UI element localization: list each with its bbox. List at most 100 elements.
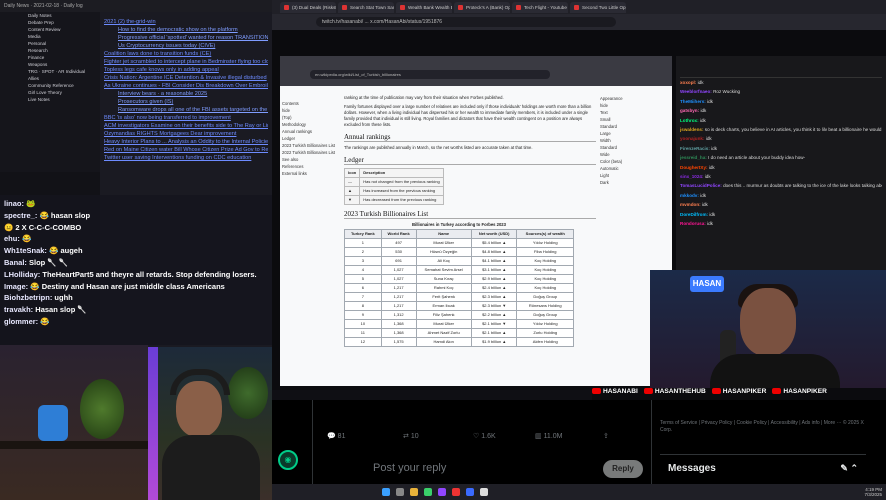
sidebar-item[interactable]: Live Notes (0, 96, 100, 103)
compose-icon[interactable]: ✎ ⌃ (840, 463, 858, 474)
appearance-option[interactable]: Large (600, 130, 664, 137)
appearance-option[interactable]: Dark (600, 179, 664, 186)
sidebar-item[interactable]: Personal (0, 40, 100, 47)
appearance-option[interactable]: Light (600, 172, 664, 179)
app-icon[interactable] (466, 488, 474, 496)
sidebar-item[interactable]: Content Review (0, 26, 100, 33)
table-cell[interactable]: Ahmet Nazif Zorlu (415, 328, 472, 338)
table-cell[interactable]: Koç Holding (516, 256, 574, 266)
table-cell[interactable]: Yıldız Holding (516, 238, 574, 248)
toc-item[interactable]: (Top) (282, 114, 340, 121)
toc-item[interactable]: 2022 Turkish Billionaires List (282, 149, 340, 156)
table-header[interactable]: Name (415, 229, 472, 239)
article-link[interactable]: Coalition laws done to transition funds … (104, 50, 268, 58)
appearance-option[interactable]: Color (beta) (600, 158, 664, 165)
appearance-option[interactable]: Small (600, 116, 664, 123)
article-link[interactable]: As Ukraine continues - FBI Consider Dis … (104, 82, 268, 90)
toc-item[interactable]: 2023 Turkish Billionaires List (282, 142, 340, 149)
article-link[interactable]: Red on Maine Citizen water Bill Whose Ci… (104, 146, 268, 154)
table-cell[interactable]: Murat Ülker (415, 319, 472, 329)
toc-item[interactable]: External links (282, 170, 340, 177)
table-cell[interactable]: Erman Ilıcak (415, 301, 472, 311)
table-cell[interactable]: Rönesans Holding (516, 301, 574, 311)
sidebar-item[interactable]: Research (0, 47, 100, 54)
sidebar-item[interactable]: Daily Notes (0, 12, 100, 19)
table-cell[interactable]: Doğuş Group (516, 292, 574, 302)
app-icon[interactable] (480, 488, 488, 496)
x-footer-links[interactable]: Terms of Service | Privacy Policy | Cook… (660, 420, 870, 434)
article-link[interactable]: Fighter jet scrambled to intercept plane… (104, 58, 268, 66)
like-count[interactable]: ♡ 1.6K (473, 432, 496, 440)
retweet-count[interactable]: ⇄ 10 (403, 432, 419, 440)
sidebar-item[interactable]: Girl Love Theory (0, 89, 100, 96)
article-link[interactable]: Prosecutors given (IS) (104, 98, 268, 106)
table-cell[interactable]: Koç Holding (516, 274, 574, 284)
browser-tab[interactable]: Wealth Bank Wealth Bank... (396, 2, 452, 13)
table-cell[interactable]: Ferit Şahenk (415, 292, 472, 302)
browser-tab[interactable]: Tech Flight - Youtube (512, 2, 568, 13)
url-field[interactable]: twitch.tv/hasanabi/ ... x.com/HasanAbi/s… (316, 17, 616, 27)
table-header[interactable]: Turkey Rank (344, 229, 382, 239)
appearance-option[interactable]: Appearance (600, 95, 664, 102)
chat-username[interactable]: FirenzeRacis: (680, 146, 710, 151)
chat-username[interactable]: jswaldens: (680, 127, 704, 132)
folder-icon[interactable] (410, 488, 418, 496)
reply-button[interactable]: Reply (603, 460, 643, 478)
table-cell[interactable]: Doğuş Group (516, 310, 574, 320)
chat-username[interactable]: yoonajunk: (680, 136, 705, 141)
sidebar-item[interactable]: Allies (0, 75, 100, 82)
sidebar-item[interactable]: TRG · SPOT · AR Individual (0, 68, 100, 75)
table-cell[interactable]: Hamdi Akın (415, 337, 472, 347)
sidebar-item[interactable]: Debate Prep (0, 19, 100, 26)
article-link[interactable]: Us Cryptocurrency issues today (CIVE) (104, 42, 268, 50)
toc-item[interactable]: Contents (282, 100, 340, 107)
table-cell[interactable]: Suna Kıraç (415, 274, 472, 284)
article-link[interactable]: Interview bears · a reasonable 2025 (104, 90, 268, 98)
sidebar-item[interactable]: Finance (0, 54, 100, 61)
article-link[interactable]: How to find the democratic show on the p… (104, 26, 268, 34)
table-cell[interactable]: Ali Koç (415, 256, 472, 266)
chat-username[interactable]: TheMiihers: (680, 99, 706, 104)
appearance-option[interactable]: Automatic (600, 165, 664, 172)
article-link[interactable]: 2021 (2) the-grid-win (104, 18, 268, 26)
appearance-option[interactable]: Standard (600, 144, 664, 151)
browser-tab[interactable]: (3) Dual Deals (Riskstreet) x (280, 2, 336, 13)
table-cell[interactable]: Murat Ülker (415, 238, 472, 248)
messages-drawer[interactable]: Messages ✎ ⌃ (660, 454, 866, 484)
table-header[interactable]: Net worth (USD) (470, 229, 518, 239)
browser-tab[interactable]: Second Two Little Opportunities (570, 2, 626, 13)
table-cell[interactable]: Rahmi Koç (415, 283, 472, 293)
appearance-option[interactable]: hide (600, 102, 664, 109)
table-header[interactable]: World Rank (380, 229, 417, 239)
share-icon[interactable]: ⇪ (603, 432, 609, 440)
avatar[interactable]: ◉ (278, 450, 298, 470)
search-icon[interactable] (396, 488, 404, 496)
article-link[interactable]: Progressive official 'spotted' wanted fo… (104, 34, 268, 42)
browser-tab[interactable]: Search Stat Town Sanborne... (338, 2, 394, 13)
sidebar-item[interactable]: Community Reference (0, 82, 100, 89)
article-link[interactable]: BBC 'is also' now being transferred to i… (104, 114, 268, 122)
toc-item[interactable]: Ledger (282, 135, 340, 142)
toc-item[interactable]: References (282, 163, 340, 170)
chat-username[interactable]: gatsbyn: (680, 108, 699, 113)
table-cell[interactable]: Yıldız Holding (516, 319, 574, 329)
table-cell[interactable]: Hüsnü Özyeğin (415, 247, 472, 257)
appearance-option[interactable]: Text (600, 109, 664, 116)
article-link[interactable]: Ozymandias RIGHTS Mortgagees Dear improv… (104, 130, 268, 138)
toc-item[interactable]: Methodology (282, 121, 340, 128)
app-icon[interactable] (452, 488, 460, 496)
toc-item[interactable]: See also (282, 156, 340, 163)
chat-username[interactable]: Rondorusa: (680, 221, 706, 226)
reply-input[interactable]: Post your reply (373, 462, 446, 474)
reply-count[interactable]: 💬 81 (327, 432, 345, 440)
sidebar-item[interactable]: Media (0, 33, 100, 40)
table-cell[interactable]: Zorlu Holding (516, 328, 574, 338)
twitch-icon[interactable] (438, 488, 446, 496)
chat-username[interactable]: sinx_1024: (680, 174, 704, 179)
article-link[interactable]: Topless legs cafe knows only in adding a… (104, 66, 268, 74)
chat-username[interactable]: Lothrox: (680, 118, 699, 123)
chat-username[interactable]: jessreid_ha: (680, 155, 707, 160)
start-icon[interactable] (382, 488, 390, 496)
chat-username[interactable]: mvmdon: (680, 202, 701, 207)
sidebar-item[interactable]: Weapons (0, 61, 100, 68)
